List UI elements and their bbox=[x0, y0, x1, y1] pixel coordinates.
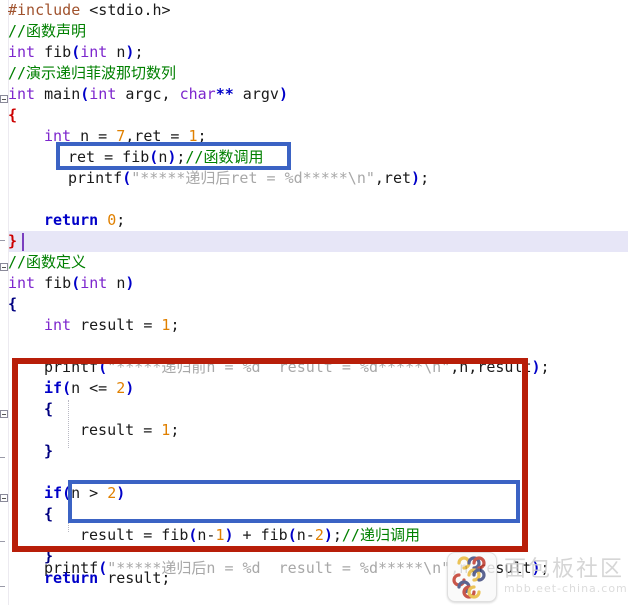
watermark: 面包板社区 mbb.eet-china.com bbox=[447, 552, 628, 602]
annotation-box-recursive-call bbox=[68, 480, 520, 523]
token-type: int bbox=[8, 85, 36, 103]
watermark-logo-icon bbox=[447, 552, 497, 602]
token-text: ; bbox=[116, 211, 126, 229]
code-line-12[interactable]: return 0; bbox=[44, 210, 125, 231]
token-type: int bbox=[8, 274, 36, 292]
token-pointer: ** bbox=[215, 85, 234, 103]
token-text: ; bbox=[540, 358, 550, 376]
token-text: printf bbox=[68, 169, 123, 187]
token-type: char bbox=[179, 85, 216, 103]
token-paren: ) bbox=[125, 274, 135, 292]
watermark-text: 面包板社区 mbb.eet-china.com bbox=[504, 558, 628, 596]
code-line-6[interactable]: { bbox=[8, 105, 17, 126]
token-text: fib bbox=[35, 274, 72, 292]
code-line-1[interactable]: #include <stdio.h> bbox=[8, 0, 171, 21]
code-line-15[interactable]: int fib(int n) bbox=[8, 273, 134, 294]
token-keyword: return bbox=[44, 211, 99, 229]
token-paren: ( bbox=[71, 274, 81, 292]
annotation-box-function-call bbox=[56, 142, 291, 170]
code-line-10[interactable]: printf("*****递归后ret = %d*****\n",ret); bbox=[68, 168, 429, 189]
token-brace: { bbox=[8, 295, 18, 313]
code-line-2[interactable]: //函数声明 bbox=[8, 21, 86, 42]
token-paren: ( bbox=[122, 169, 132, 187]
token-text: ; bbox=[420, 169, 430, 187]
code-line-13[interactable]: } bbox=[8, 231, 17, 252]
token-comment: //函数定义 bbox=[8, 253, 87, 271]
token-text: ; bbox=[134, 43, 144, 61]
code-line-3[interactable]: int fib(int n); bbox=[8, 42, 143, 63]
token-text: argc, bbox=[116, 85, 180, 103]
token-text: result = bbox=[71, 316, 162, 334]
token-string: "*****递归后ret = %d*****\n" bbox=[131, 169, 375, 187]
token-paren: ) bbox=[531, 358, 541, 376]
token-text: n bbox=[107, 43, 126, 61]
token-comment: //函数声明 bbox=[8, 22, 87, 40]
token-text: fib bbox=[35, 43, 72, 61]
token-number: 0 bbox=[107, 211, 117, 229]
code-line-17[interactable]: int result = 1; bbox=[44, 315, 179, 336]
token-brace: { bbox=[8, 106, 18, 124]
token-text: <stdio.h> bbox=[80, 1, 171, 19]
token-text: ; bbox=[170, 316, 180, 334]
token-text: ,ret bbox=[374, 169, 412, 187]
token-brace: } bbox=[8, 232, 18, 250]
token-text: result; bbox=[98, 569, 171, 587]
token-type: int bbox=[80, 274, 108, 292]
token-type: int bbox=[80, 43, 108, 61]
token-comment: //演示递归菲波那切数列 bbox=[8, 64, 177, 82]
watermark-subtitle: mbb.eet-china.com bbox=[504, 582, 628, 595]
code-line-4[interactable]: //演示递归菲波那切数列 bbox=[8, 63, 176, 84]
watermark-logo-svg bbox=[452, 556, 486, 599]
code-editor-canvas: #include <stdio.h> //函数声明 int fib(int n)… bbox=[0, 0, 628, 605]
code-line-16[interactable]: { bbox=[8, 294, 17, 315]
token-text: argv bbox=[233, 85, 279, 103]
token-text: main bbox=[35, 85, 81, 103]
token-preprocessor: #include bbox=[8, 1, 81, 19]
code-line-5[interactable]: int main(int argc, char** argv) bbox=[8, 84, 288, 105]
token-text: n bbox=[107, 274, 126, 292]
code-line-31[interactable]: return result; bbox=[44, 568, 170, 589]
token-paren: ) bbox=[278, 85, 288, 103]
token-keyword: return bbox=[44, 569, 99, 587]
token-type: int bbox=[44, 316, 72, 334]
watermark-title: 面包板社区 bbox=[504, 557, 625, 582]
code-line-14[interactable]: //函数定义 bbox=[8, 252, 86, 273]
token-type: int bbox=[89, 85, 117, 103]
token-paren: ( bbox=[80, 85, 90, 103]
token-type: int bbox=[8, 43, 36, 61]
token-paren: ( bbox=[71, 43, 81, 61]
token-paren: ) bbox=[411, 169, 421, 187]
